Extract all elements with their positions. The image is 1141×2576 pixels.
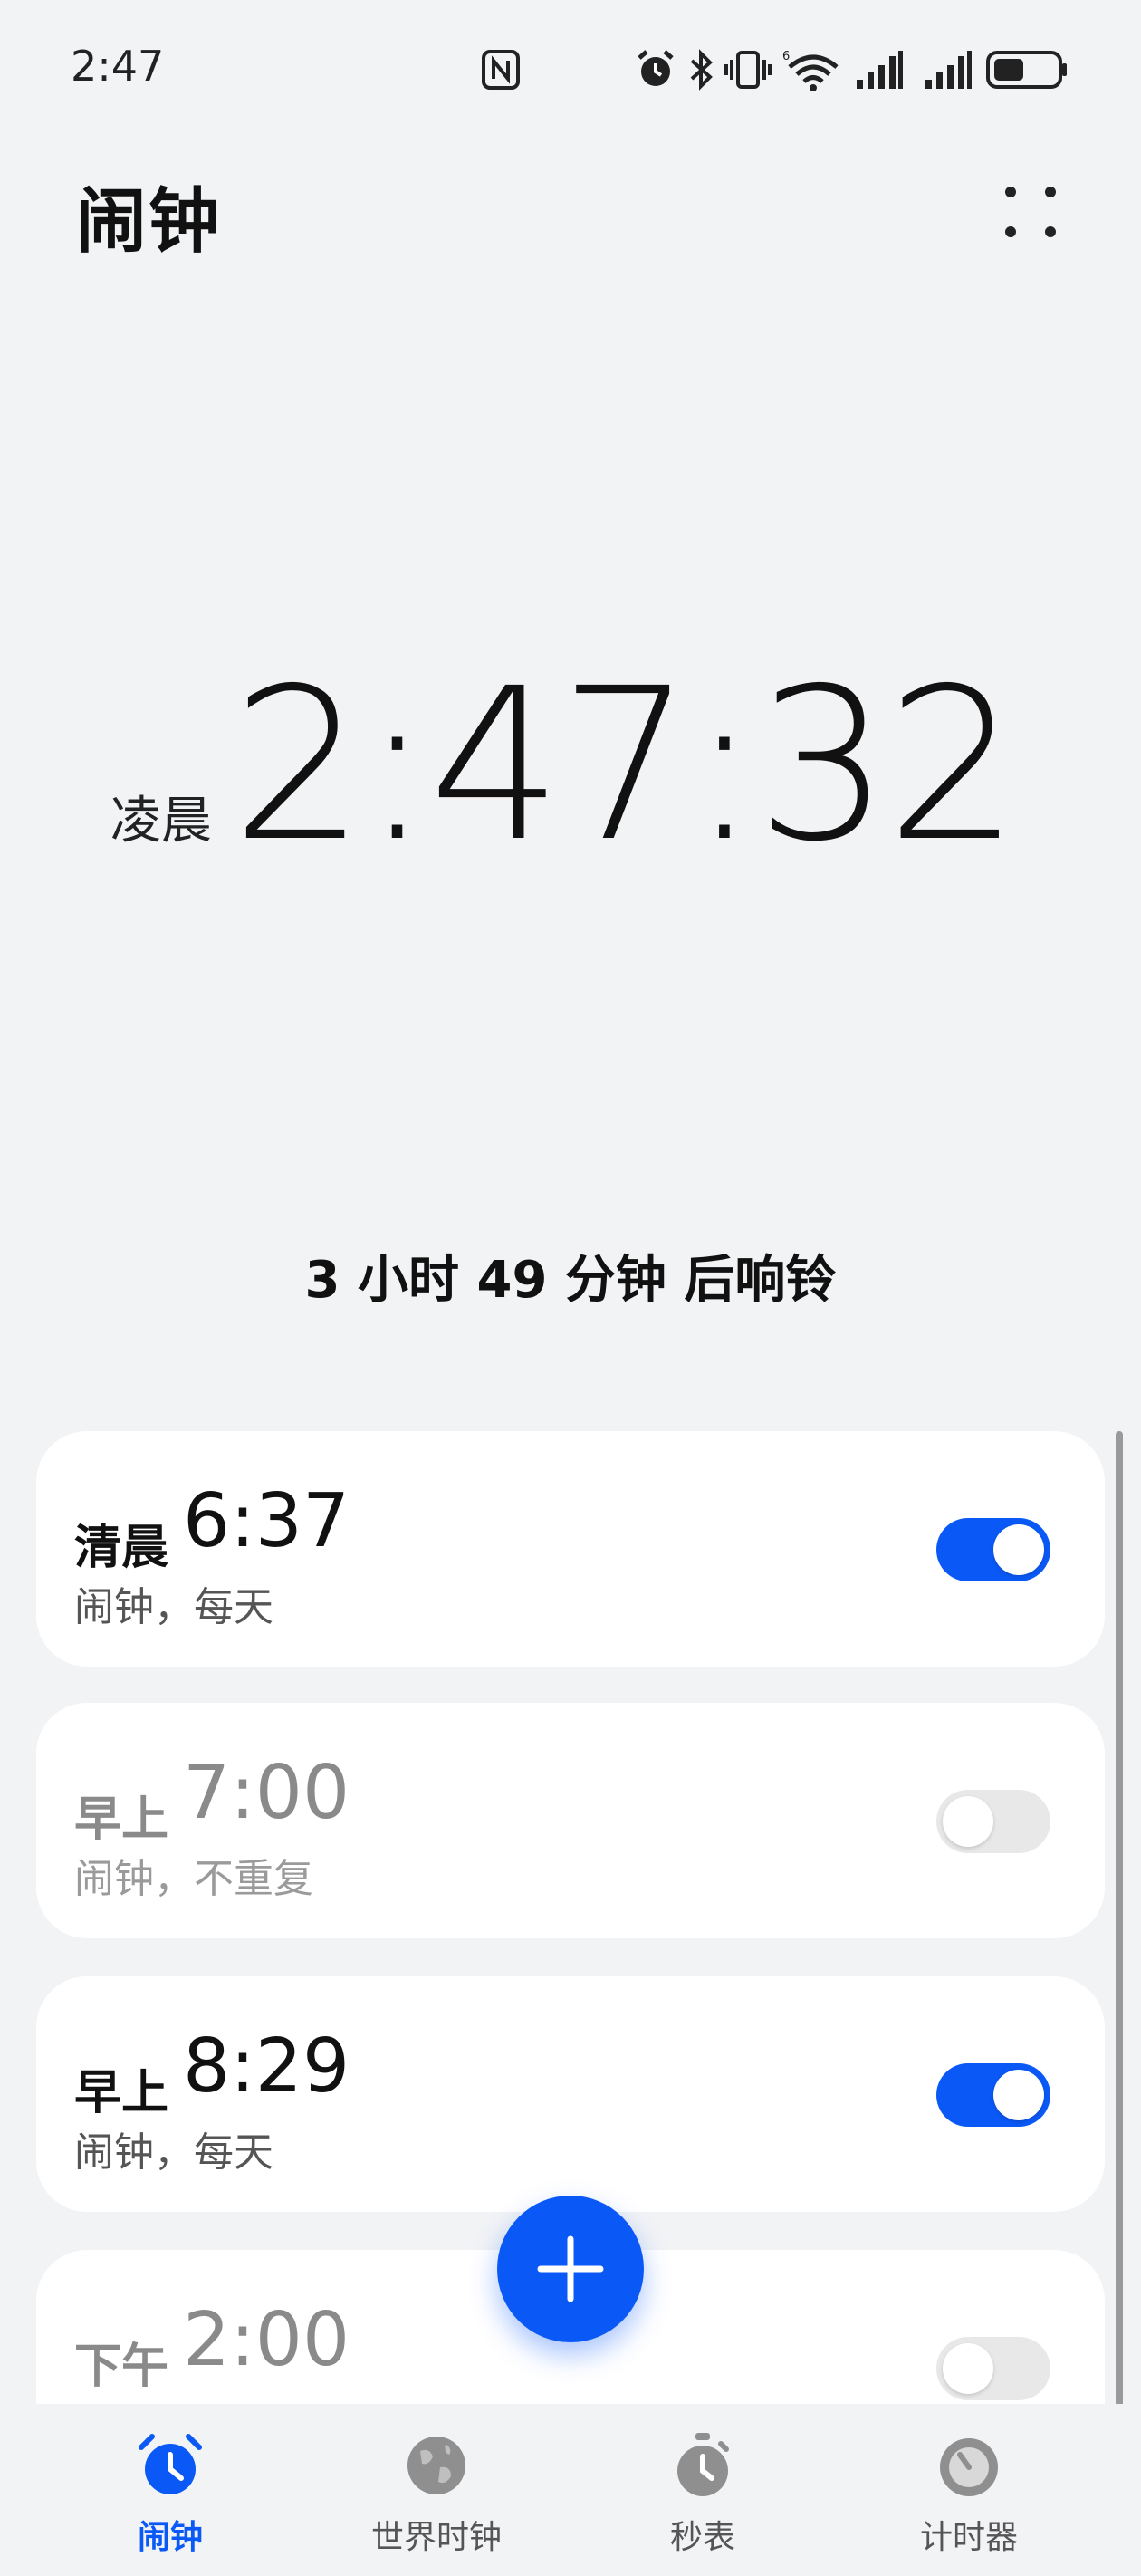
clock-time: 2:47:32 [231, 643, 1020, 888]
alarm-period: 下午 [74, 2340, 169, 2394]
status-time: 2:47 [71, 42, 165, 91]
alarm-icon [638, 50, 674, 86]
alarm-card[interactable]: 清晨 6:37 闹钟，每天 [36, 1431, 1105, 1667]
bottom-nav: 闹钟 世界时钟 秒表 计时器 [0, 2404, 1141, 2576]
alarm-toggle[interactable] [936, 1790, 1050, 1853]
alarm-subtitle: 闹钟，不重复 [74, 1856, 313, 1902]
toggle-knob [993, 2070, 1044, 2120]
toggle-knob [993, 1524, 1044, 1575]
nfc-icon [482, 50, 520, 90]
alarm-time: 7:00 [183, 1750, 350, 1836]
tab-label: 世界时钟 [370, 2519, 502, 2556]
page-title: 闹钟 [76, 181, 222, 263]
tab-alarm[interactable]: 闹钟 [62, 2431, 279, 2567]
next-alarm-countdown: 3 小时 49 分钟 后响铃 [304, 1251, 837, 1310]
tab-timer[interactable]: 计时器 [860, 2431, 1078, 2567]
plus-icon [537, 2235, 604, 2302]
svg-text:6: 6 [782, 50, 790, 63]
globe-icon [408, 2437, 465, 2494]
alarm-time: 2:00 [183, 2297, 350, 2383]
bluetooth-icon [690, 49, 713, 91]
scrollbar[interactable] [1116, 1431, 1123, 2455]
signal-icon [857, 51, 903, 89]
alarm-subtitle: 闹钟，每天 [74, 1584, 273, 1630]
alarm-toggle[interactable] [936, 1518, 1050, 1581]
alarm-toggle[interactable] [936, 2337, 1050, 2400]
alarm-card[interactable]: 早上 7:00 闹钟，不重复 [36, 1703, 1105, 1938]
battery-icon [986, 51, 1067, 89]
tab-label: 闹钟 [137, 2519, 203, 2556]
alarm-subtitle: 闹钟，每天 [74, 2129, 273, 2176]
status-bar: 2:47 6 [0, 0, 1141, 136]
alarm-time: 6:37 [183, 1478, 350, 1564]
alarm-screen: 2:47 6 闹钟 凌晨2:47:32 3 小时 49 分钟 后响铃 清晨 6:… [0, 0, 1141, 2576]
toggle-knob [943, 2343, 993, 2394]
alarm-time: 8:29 [183, 2023, 350, 2110]
stopwatch-icon [677, 2433, 729, 2496]
vibrate-icon [724, 51, 772, 89]
add-alarm-button[interactable] [497, 2196, 644, 2342]
alarm-subtitle: 闹钟，不重复 [74, 2393, 313, 2404]
wifi-icon: 6 [782, 50, 839, 91]
tab-stopwatch[interactable]: 秒表 [594, 2431, 811, 2567]
signal-icon [925, 51, 972, 89]
toggle-knob [943, 1796, 993, 1847]
tab-world-clock[interactable]: 世界时钟 [328, 2431, 545, 2567]
clock-period: 凌晨 [110, 792, 212, 851]
timer-icon [940, 2438, 998, 2496]
alarm-period: 早上 [74, 2066, 169, 2120]
current-time-display: 凌晨 2:47:32 [0, 643, 1141, 888]
alarm-toggle[interactable] [936, 2063, 1050, 2127]
tab-label: 计时器 [919, 2519, 1018, 2556]
alarm-period: 清晨 [74, 1521, 169, 1575]
alarm-period: 早上 [74, 1793, 169, 1847]
tab-label: 秒表 [669, 2519, 735, 2556]
alarm-card[interactable]: 早上 8:29 闹钟，每天 [36, 1976, 1105, 2212]
more-icon[interactable] [996, 178, 1065, 246]
alarm-clock-icon [139, 2434, 202, 2494]
